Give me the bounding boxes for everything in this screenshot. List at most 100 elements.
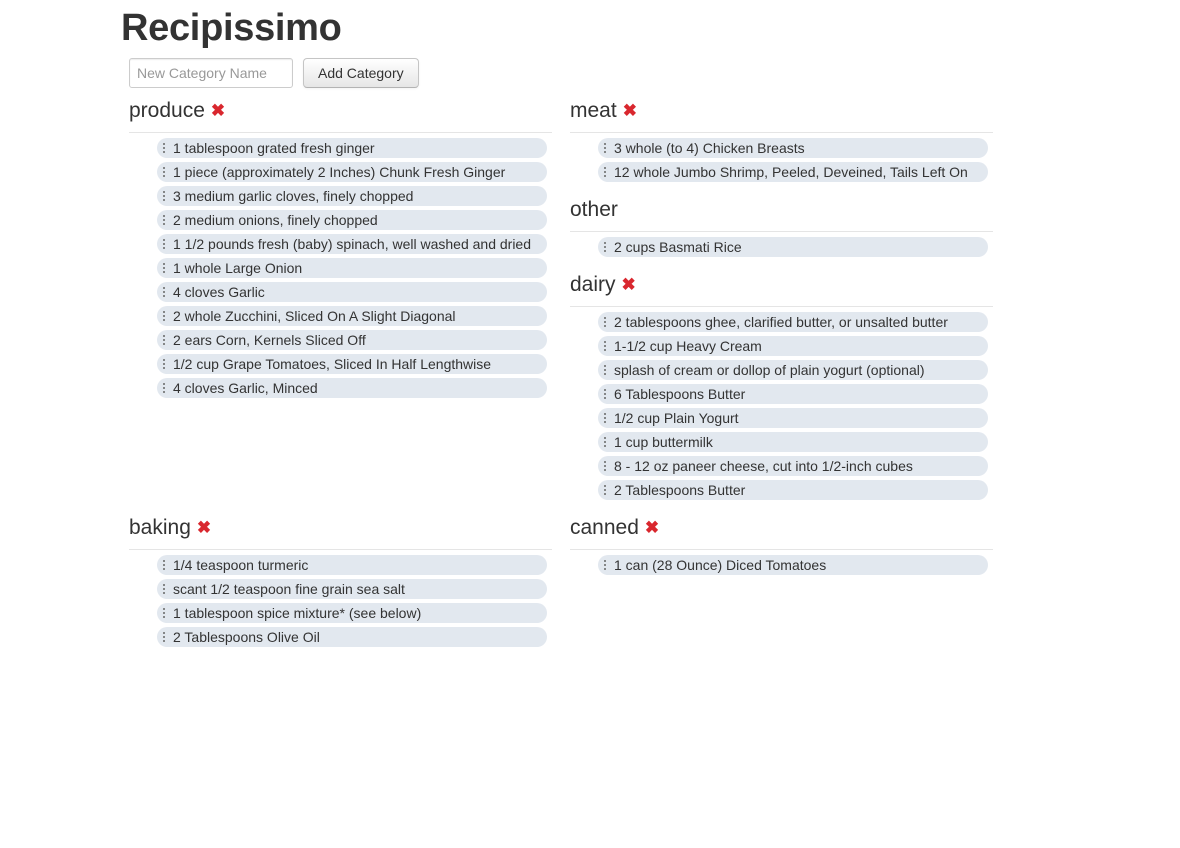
ingredient-list: 3 whole (to 4) Chicken Breasts 12 whole J… bbox=[570, 138, 993, 182]
ingredient-text: 1 can (28 Ounce) Diced Tomatoes bbox=[614, 557, 827, 573]
category-baking: baking ✖ 1/4 teaspoon turmeric scant 1/2 te… bbox=[129, 513, 552, 651]
ingredient-text: 2 tablespoons ghee, clarified butter, or… bbox=[614, 314, 948, 330]
ingredient-text: 1-1/2 cup Heavy Cream bbox=[614, 338, 762, 354]
drag-handle-icon[interactable] bbox=[159, 215, 169, 225]
category-title: meat bbox=[570, 99, 617, 122]
ingredient-text: 1 1/2 pounds fresh (baby) spinach, well … bbox=[173, 236, 531, 252]
ingredient-item[interactable]: 1 tablespoon spice mixture* (see below) bbox=[157, 603, 547, 623]
ingredient-text: 1 cup buttermilk bbox=[614, 434, 713, 450]
delete-category-close-icon[interactable]: ✖ bbox=[622, 275, 636, 295]
ingredient-item[interactable]: splash of cream or dollop of plain yogur… bbox=[598, 360, 988, 380]
ingredient-list: 1 can (28 Ounce) Diced Tomatoes bbox=[570, 555, 993, 575]
ingredient-text: 1/2 cup Plain Yogurt bbox=[614, 410, 739, 426]
drag-handle-icon[interactable] bbox=[600, 242, 610, 252]
drag-handle-icon[interactable] bbox=[600, 560, 610, 570]
drag-handle-icon[interactable] bbox=[600, 365, 610, 375]
drag-handle-icon[interactable] bbox=[600, 437, 610, 447]
category-header: meat ✖ bbox=[570, 96, 993, 133]
ingredient-item[interactable]: 1-1/2 cup Heavy Cream bbox=[598, 336, 988, 356]
drag-handle-icon[interactable] bbox=[600, 389, 610, 399]
category-header: produce ✖ bbox=[129, 96, 552, 133]
drag-handle-icon[interactable] bbox=[159, 560, 169, 570]
ingredient-item[interactable]: 1 tablespoon grated fresh ginger bbox=[157, 138, 547, 158]
ingredient-item[interactable]: 6 Tablespoons Butter bbox=[598, 384, 988, 404]
drag-handle-icon[interactable] bbox=[159, 263, 169, 273]
ingredient-text: 4 cloves Garlic, Minced bbox=[173, 380, 318, 396]
drag-handle-icon[interactable] bbox=[159, 632, 169, 642]
drag-handle-icon[interactable] bbox=[159, 143, 169, 153]
ingredient-list: 1 tablespoon grated fresh ginger 1 piece … bbox=[129, 138, 552, 398]
drag-handle-icon[interactable] bbox=[600, 167, 610, 177]
ingredient-item[interactable]: 1/2 cup Grape Tomatoes, Sliced In Half L… bbox=[157, 354, 547, 374]
drag-handle-icon[interactable] bbox=[159, 383, 169, 393]
drag-handle-icon[interactable] bbox=[600, 317, 610, 327]
new-category-input[interactable] bbox=[129, 58, 293, 88]
drag-handle-icon[interactable] bbox=[159, 287, 169, 297]
delete-category-close-icon[interactable]: ✖ bbox=[623, 101, 637, 121]
drag-handle-icon[interactable] bbox=[159, 239, 169, 249]
delete-category-close-icon[interactable]: ✖ bbox=[211, 101, 225, 121]
ingredient-text: 6 Tablespoons Butter bbox=[614, 386, 746, 402]
category-title: canned bbox=[570, 516, 639, 539]
drag-handle-icon[interactable] bbox=[159, 584, 169, 594]
ingredient-item[interactable]: 1 cup buttermilk bbox=[598, 432, 988, 452]
ingredient-item[interactable]: 1 whole Large Onion bbox=[157, 258, 547, 278]
ingredient-list: 2 tablespoons ghee, clarified butter, or… bbox=[570, 312, 993, 500]
ingredient-text: 1/2 cup Grape Tomatoes, Sliced In Half L… bbox=[173, 356, 492, 372]
ingredient-item[interactable]: 4 cloves Garlic bbox=[157, 282, 547, 302]
ingredient-item[interactable]: 12 whole Jumbo Shrimp, Peeled, Deveined,… bbox=[598, 162, 988, 182]
ingredient-item[interactable]: scant 1/2 teaspoon fine grain sea salt bbox=[157, 579, 547, 599]
ingredient-text: 2 whole Zucchini, Sliced On A Slight Dia… bbox=[173, 308, 456, 324]
ingredient-text: 8 - 12 oz paneer cheese, cut into 1/2-in… bbox=[614, 458, 913, 474]
category-canned: canned ✖ 1 can (28 Ounce) Diced Tomatoes bbox=[570, 513, 993, 579]
ingredient-text: 1/4 teaspoon turmeric bbox=[173, 557, 309, 573]
ingredient-item[interactable]: 8 - 12 oz paneer cheese, cut into 1/2-in… bbox=[598, 456, 988, 476]
category-title: other bbox=[570, 198, 618, 221]
ingredient-item[interactable]: 2 Tablespoons Olive Oil bbox=[157, 627, 547, 647]
drag-handle-icon[interactable] bbox=[600, 461, 610, 471]
ingredient-item[interactable]: 1/4 teaspoon turmeric bbox=[157, 555, 547, 575]
ingredient-item[interactable]: 2 Tablespoons Butter bbox=[598, 480, 988, 500]
delete-category-close-icon[interactable]: ✖ bbox=[645, 518, 659, 538]
drag-handle-icon[interactable] bbox=[159, 335, 169, 345]
ingredient-text: 12 whole Jumbo Shrimp, Peeled, Deveined,… bbox=[614, 164, 968, 180]
drag-handle-icon[interactable] bbox=[159, 359, 169, 369]
ingredient-item[interactable]: 2 medium onions, finely chopped bbox=[157, 210, 547, 230]
category-header: dairy ✖ bbox=[570, 270, 993, 307]
ingredient-text: splash of cream or dollop of plain yogur… bbox=[614, 362, 925, 378]
ingredient-item[interactable]: 1 can (28 Ounce) Diced Tomatoes bbox=[598, 555, 988, 575]
category-produce: produce ✖ 1 tablespoon grated fresh ginger… bbox=[129, 96, 552, 402]
drag-handle-icon[interactable] bbox=[159, 191, 169, 201]
app-title: Recipissimo bbox=[121, 7, 342, 49]
ingredient-text: 2 medium onions, finely chopped bbox=[173, 212, 378, 228]
ingredient-item[interactable]: 2 ears Corn, Kernels Sliced Off bbox=[157, 330, 547, 350]
drag-handle-icon[interactable] bbox=[600, 143, 610, 153]
category-title: dairy bbox=[570, 273, 616, 296]
category-title: baking bbox=[129, 516, 191, 539]
ingredient-item[interactable]: 1 1/2 pounds fresh (baby) spinach, well … bbox=[157, 234, 547, 254]
delete-category-close-icon[interactable]: ✖ bbox=[197, 518, 211, 538]
ingredient-list: 1/4 teaspoon turmeric scant 1/2 teaspoon … bbox=[129, 555, 552, 647]
ingredient-list: 2 cups Basmati Rice bbox=[570, 237, 993, 257]
drag-handle-icon[interactable] bbox=[159, 167, 169, 177]
ingredient-text: 3 whole (to 4) Chicken Breasts bbox=[614, 140, 805, 156]
add-category-button[interactable]: Add Category bbox=[303, 58, 419, 88]
add-category-form: Add Category bbox=[129, 58, 419, 88]
drag-handle-icon[interactable] bbox=[600, 485, 610, 495]
ingredient-item[interactable]: 2 tablespoons ghee, clarified butter, or… bbox=[598, 312, 988, 332]
ingredient-item[interactable]: 3 whole (to 4) Chicken Breasts bbox=[598, 138, 988, 158]
ingredient-item[interactable]: 2 whole Zucchini, Sliced On A Slight Dia… bbox=[157, 306, 547, 326]
ingredient-item[interactable]: 1/2 cup Plain Yogurt bbox=[598, 408, 988, 428]
drag-handle-icon[interactable] bbox=[159, 608, 169, 618]
ingredient-item[interactable]: 4 cloves Garlic, Minced bbox=[157, 378, 547, 398]
category-header: other bbox=[570, 195, 993, 232]
category-header: canned ✖ bbox=[570, 513, 993, 550]
ingredient-item[interactable]: 1 piece (approximately 2 Inches) Chunk F… bbox=[157, 162, 547, 182]
ingredient-text: 1 tablespoon spice mixture* (see below) bbox=[173, 605, 422, 621]
category-other: other 2 cups Basmati Rice bbox=[570, 195, 993, 261]
ingredient-item[interactable]: 3 medium garlic cloves, finely chopped bbox=[157, 186, 547, 206]
drag-handle-icon[interactable] bbox=[600, 413, 610, 423]
drag-handle-icon[interactable] bbox=[159, 311, 169, 321]
drag-handle-icon[interactable] bbox=[600, 341, 610, 351]
ingredient-item[interactable]: 2 cups Basmati Rice bbox=[598, 237, 988, 257]
